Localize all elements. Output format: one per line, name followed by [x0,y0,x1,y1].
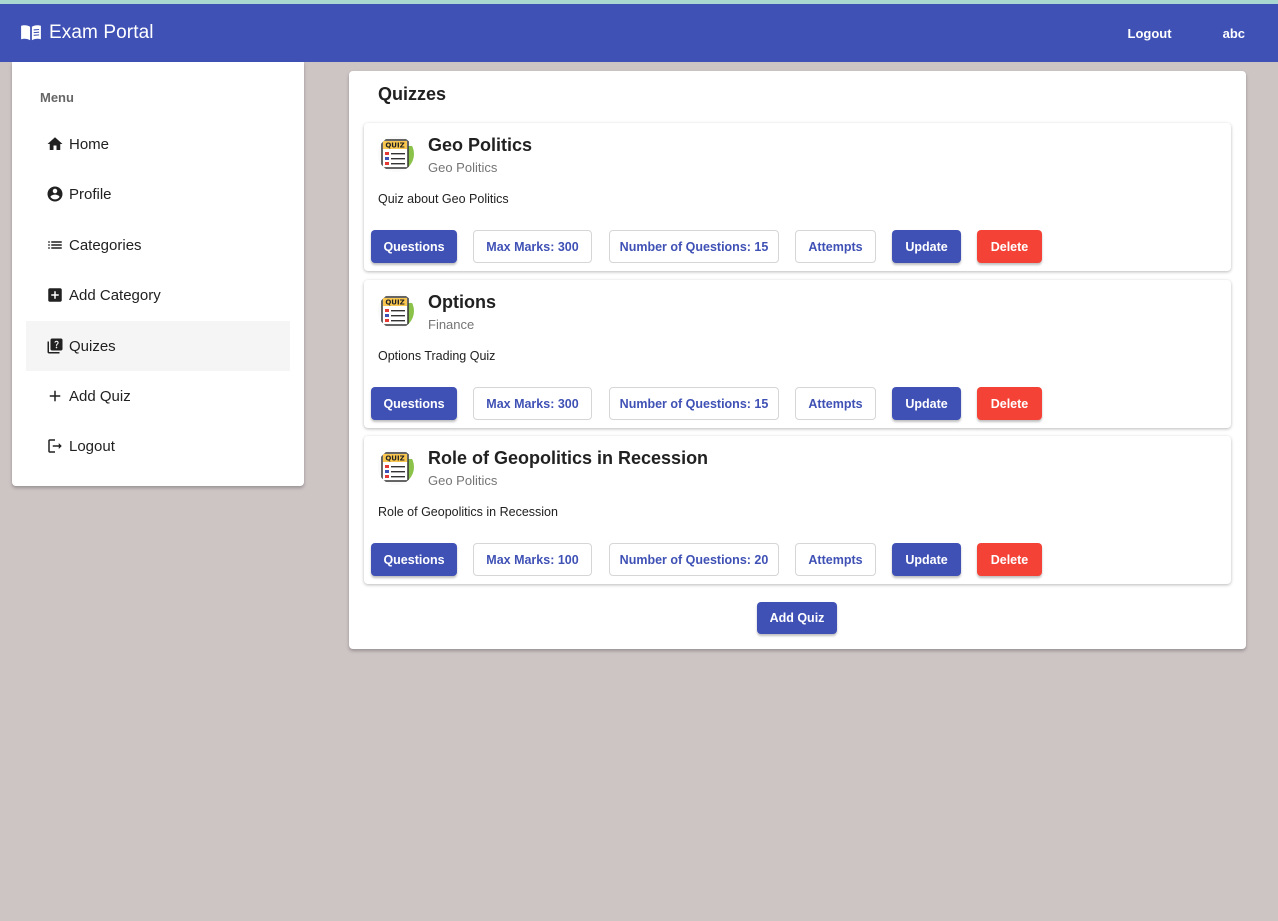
quiz-category: Geo Politics [428,160,498,175]
quiz-description: Quiz about Geo Politics [378,192,509,206]
home-icon [47,137,63,150]
max-marks-button[interactable]: Max Marks: 100 [473,543,592,576]
quiz-title: Geo Politics [428,135,533,155]
quiz-card: QUIZ Geo Politics Geo Politics Quiz abou… [364,123,1231,271]
sidebar-item-home[interactable]: Home [26,119,290,169]
plus-icon [49,390,61,402]
quiz-description: Options Trading Quiz [378,349,496,363]
sidebar-item-label: Add Quiz [69,387,131,405]
quiz-description: Role of Geopolitics in Recession [378,505,558,519]
sidebar-item-label: Add Category [69,286,161,304]
quizzes-panel: Quizzes QUIZ Geo Politics Geo Politics Q… [349,71,1246,649]
quiz-card: QUIZ Role of Geopolitics in Recession Ge… [364,436,1231,584]
brand[interactable]: Exam Portal [20,22,154,44]
list-icon [48,241,62,249]
sidebar-item-label: Logout [69,437,115,455]
quiz-avatar-icon: QUIZ [378,136,414,172]
sidebar-item-label: Home [69,135,110,153]
menu-heading: Menu [40,90,74,105]
quiz-avatar-icon: QUIZ [378,293,414,329]
num-questions-button[interactable]: Number of Questions: 15 [609,230,779,263]
book-icon [21,25,41,41]
attempts-button[interactable]: Attempts [795,543,876,576]
quiz-category: Geo Politics [428,473,498,488]
logout-icon [48,439,62,453]
sidebar-item-label: Categories [69,236,142,254]
questions-button[interactable]: Questions [371,387,457,420]
quiz-title: Role of Geopolitics in Recession [428,448,709,468]
top-navbar: Exam Portal Logout abc [0,4,1278,62]
add-box-icon [48,288,62,302]
sidebar-item-label: Profile [69,185,112,203]
navbar-user-link[interactable]: abc [1223,26,1245,41]
quiz-title: Options [428,292,496,312]
quiz-category: Finance [428,317,475,332]
sidebar-item-add-quiz[interactable]: Add Quiz [26,371,290,421]
sidebar-item-profile[interactable]: Profile [26,169,290,219]
delete-button[interactable]: Delete [977,387,1042,420]
update-button[interactable]: Update [892,387,961,420]
sidebar-item-label: Quizes [69,337,116,355]
max-marks-button[interactable]: Max Marks: 300 [473,230,592,263]
attempts-button[interactable]: Attempts [795,230,876,263]
quiz-icon [47,338,63,354]
sidebar-menu: Menu Home Profile Categories Add Categor… [12,62,304,486]
quiz-avatar-icon: QUIZ [378,449,414,485]
questions-button[interactable]: Questions [371,543,457,576]
quiz-badge-icon: QUIZ [378,136,414,172]
delete-button[interactable]: Delete [977,543,1042,576]
update-button[interactable]: Update [892,230,961,263]
svg-text:QUIZ: QUIZ [385,299,404,307]
add-quiz-button[interactable]: Add Quiz [757,602,837,634]
svg-text:QUIZ: QUIZ [385,142,404,150]
page-title: Quizzes [378,84,447,104]
sidebar-item-quizes[interactable]: Quizes [26,321,290,371]
quiz-badge-icon: QUIZ [378,293,414,329]
account-circle-icon [47,186,63,202]
quiz-badge-icon: QUIZ [378,449,414,485]
sidebar-item-categories[interactable]: Categories [26,220,290,270]
questions-button[interactable]: Questions [371,230,457,263]
num-questions-button[interactable]: Number of Questions: 15 [609,387,779,420]
attempts-button[interactable]: Attempts [795,387,876,420]
svg-text:QUIZ: QUIZ [385,455,404,463]
num-questions-button[interactable]: Number of Questions: 20 [609,543,779,576]
max-marks-button[interactable]: Max Marks: 300 [473,387,592,420]
quiz-card: QUIZ Options Finance Options Trading Qui… [364,280,1231,428]
update-button[interactable]: Update [892,543,961,576]
delete-button[interactable]: Delete [977,230,1042,263]
sidebar-item-add-category[interactable]: Add Category [26,270,290,320]
navbar-logout-link[interactable]: Logout [1128,26,1172,41]
app-title: Exam Portal [49,22,154,43]
sidebar-item-logout[interactable]: Logout [26,421,290,471]
